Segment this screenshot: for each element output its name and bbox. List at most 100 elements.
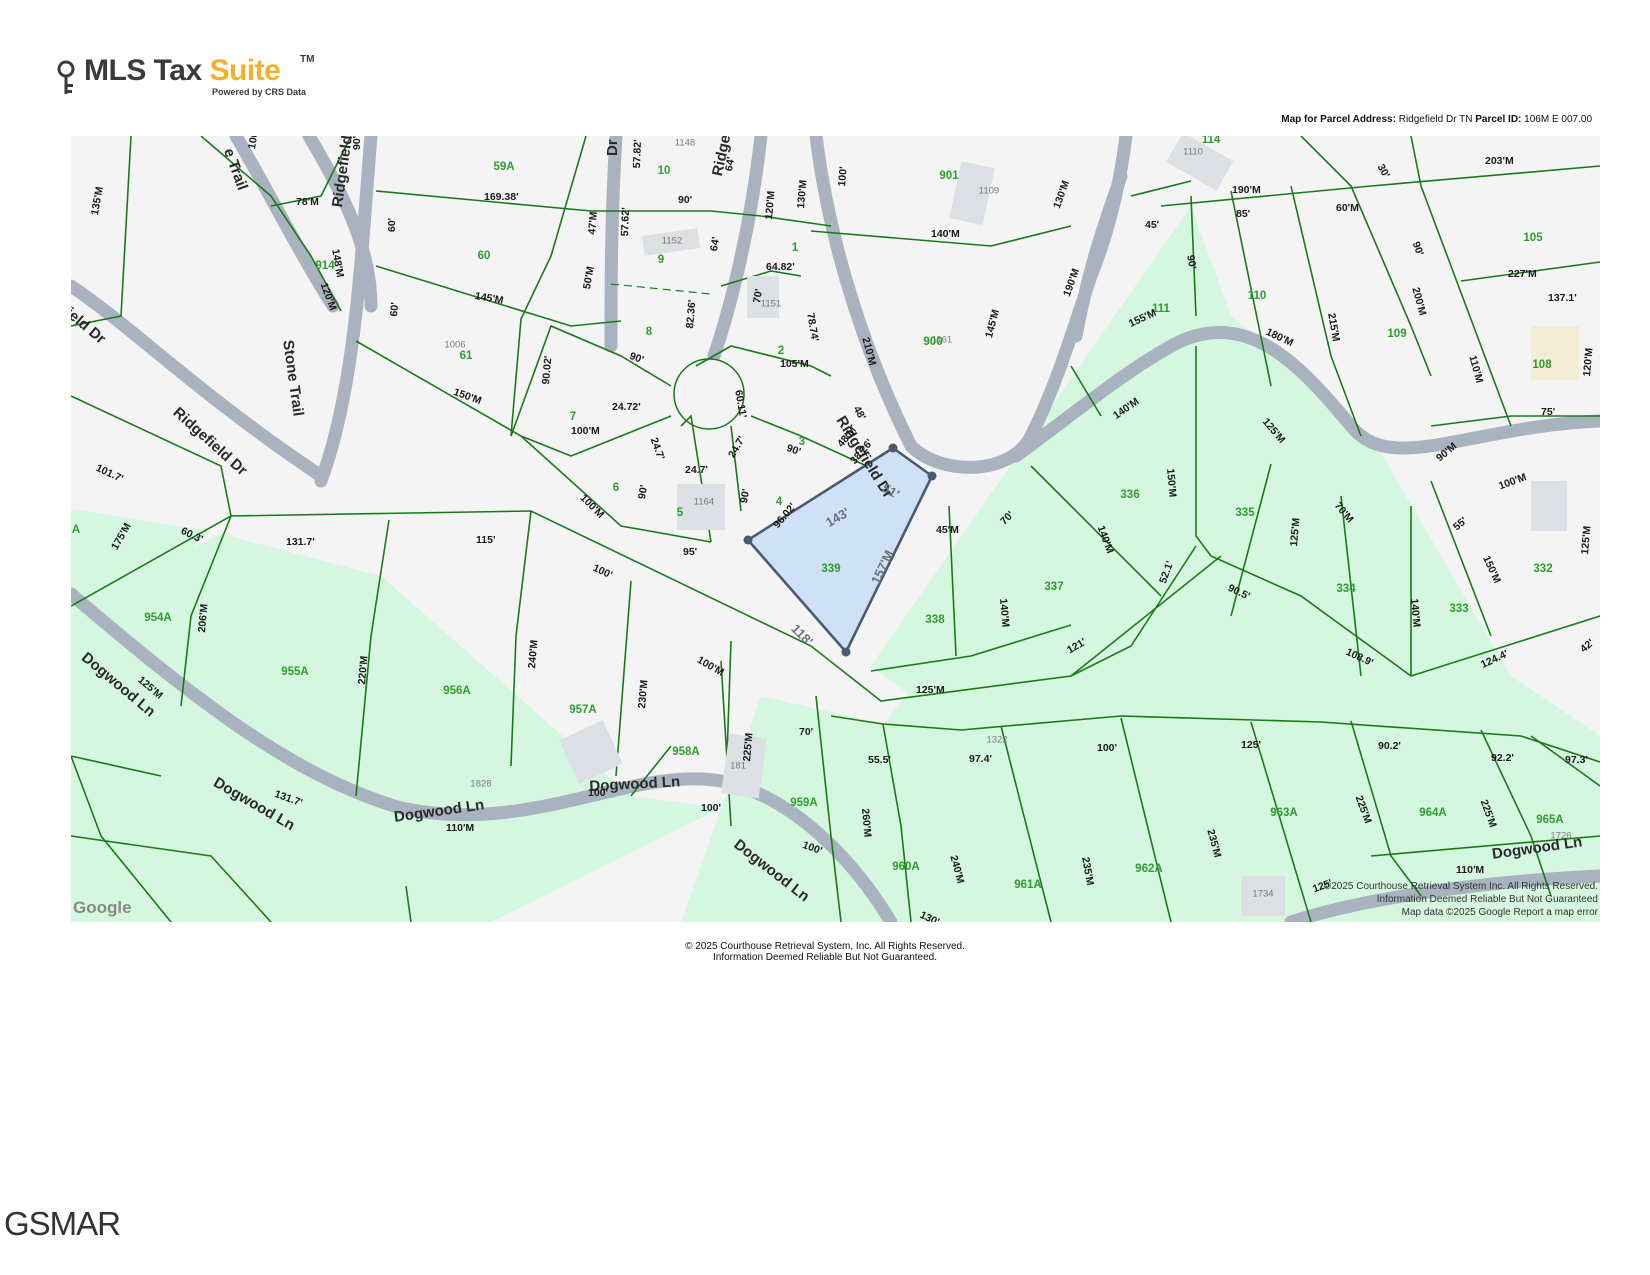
dimension-label: 230'M xyxy=(636,679,651,710)
lot-label: A xyxy=(71,524,81,536)
house-number: 1151 xyxy=(760,298,782,310)
dimension-label: 137.1' xyxy=(1548,292,1577,304)
dimension-label: 110'M xyxy=(446,822,475,834)
lot-label: 336 xyxy=(1120,489,1140,501)
google-logo: Google xyxy=(73,898,132,917)
dimension-label: 64' xyxy=(723,156,738,173)
map-copyright-line2: Information Deemed Reliable But Not Guar… xyxy=(1376,894,1598,905)
dimension-label: 90' xyxy=(738,488,753,505)
dimension-label: 130'M xyxy=(795,179,810,210)
lot-label: 333 xyxy=(1449,603,1469,615)
lot-label: 1 xyxy=(791,242,799,254)
dimension-label: 125'M xyxy=(1288,517,1303,548)
house-number: 1164 xyxy=(693,496,715,508)
lot-label: 960A xyxy=(892,861,920,873)
footer-line1: © 2025 Courthouse Retrieval System, Inc.… xyxy=(685,941,965,952)
dimension-label: 190'M xyxy=(1232,184,1261,196)
dimension-label: 227'M xyxy=(1508,268,1537,280)
logo-wordmark: MLS Tax Suite xyxy=(84,54,281,88)
road-east-loop xyxy=(1069,169,1128,343)
dimension-label: 45' xyxy=(1145,219,1160,231)
dimension-label: 125'M xyxy=(916,684,945,696)
key-icon xyxy=(57,60,75,94)
lot-label: 108 xyxy=(1532,359,1552,371)
page-footer: © 2025 Courthouse Retrieval System, Inc.… xyxy=(0,941,1650,963)
parcel-id-label: Parcel ID: xyxy=(1475,114,1522,125)
lot-label: 8 xyxy=(645,326,653,338)
road-ridgefield-cul-north-a xyxy=(604,136,623,353)
house-number: 1110 xyxy=(1183,146,1203,158)
dimension-label: 90.02' xyxy=(540,355,555,386)
dimension-label: 60' xyxy=(388,301,402,318)
house-number: 1828 xyxy=(470,778,492,790)
lot-label: 900 xyxy=(923,336,943,348)
dimension-label: 70' xyxy=(799,726,814,738)
dimension-label: 55.5' xyxy=(868,754,891,766)
dimension-label: 78'M xyxy=(296,196,319,208)
logo-brand: MLS Tax xyxy=(84,54,210,87)
dimension-label: 125'M xyxy=(1579,525,1594,556)
dimension-label: 140'M xyxy=(997,598,1012,628)
road-label: Dr xyxy=(604,139,621,156)
dimension-label: 47'M xyxy=(586,211,600,236)
dimension-label: 100'M xyxy=(571,425,600,437)
dimension-label: 90' xyxy=(678,194,693,206)
dimension-label: 115' xyxy=(476,534,496,546)
dimension-label: 24.72' xyxy=(612,401,641,413)
lot-label: 335 xyxy=(1235,507,1255,519)
dimension-label: 100' xyxy=(1097,742,1118,754)
dimension-label: 95' xyxy=(683,546,698,558)
lot-label: 6 xyxy=(612,482,620,494)
parcel-map[interactable]: Ridgefield DrRidgefield DrRidgefield DrR… xyxy=(71,136,1600,922)
lot-label: 958A xyxy=(672,746,700,758)
dimension-label: 85' xyxy=(1236,208,1251,220)
dimension-label: 90' xyxy=(1184,254,1199,271)
lot-label: 339 xyxy=(821,563,841,575)
dimension-label: 45'M xyxy=(936,524,959,536)
lot-label: 956A xyxy=(443,685,471,697)
dimension-label: 24.7' xyxy=(685,464,708,476)
lot-label: 963A xyxy=(1270,807,1298,819)
lot-label: 959A xyxy=(790,797,818,809)
dimension-label: 82.36' xyxy=(684,299,699,330)
house-number: 1152 xyxy=(661,235,683,247)
house-number: 1148 xyxy=(674,137,696,149)
house-number: 181 xyxy=(730,760,746,772)
mls-tax-suite-logo: MLS Tax Suite TM Powered by CRS Data xyxy=(56,52,316,100)
lot-label: 965A xyxy=(1536,814,1564,826)
dimension-label: 120'M xyxy=(763,190,778,221)
dimension-label: 140'M xyxy=(931,228,960,240)
lot-label: 338 xyxy=(925,614,945,626)
dimension-label: 125' xyxy=(1241,739,1262,751)
map-copyright-line1: ©2025 Courthouse Retrieval System Inc. A… xyxy=(1323,881,1598,892)
dimension-label: 203'M xyxy=(1485,155,1514,167)
dimension-label: 225'M xyxy=(741,732,756,763)
dimension-label: 105'M xyxy=(780,358,809,370)
dimension-label: 75' xyxy=(1541,406,1556,418)
lot-label: 957A xyxy=(569,704,597,716)
parcel-header: Map for Parcel Address: Ridgefield Dr TN… xyxy=(1281,114,1592,125)
dimension-label: 97.4' xyxy=(969,753,992,765)
lot-label: 961A xyxy=(1014,879,1042,891)
lot-label: 5 xyxy=(676,507,684,519)
dimension-label: 90' xyxy=(636,484,651,501)
lot-label: 60 xyxy=(477,250,491,262)
house-number: 1734 xyxy=(1252,888,1274,900)
lot-label: 332 xyxy=(1533,563,1553,575)
logo-brand-accent: Suite xyxy=(209,54,281,87)
lot-label: 334 xyxy=(1336,583,1356,595)
dimension-label: 64.82' xyxy=(766,261,795,273)
dimension-label: 110'M xyxy=(1456,864,1485,876)
map-copyright: ©2025 Courthouse Retrieval System Inc. A… xyxy=(1324,880,1598,919)
map-copyright-line3[interactable]: Map data ©2025 Google Report a map error xyxy=(1324,906,1598,919)
dimension-label: 120'M xyxy=(1581,347,1596,378)
lot-label: 61 xyxy=(459,350,473,362)
lot-label: 9 xyxy=(657,254,665,266)
dimension-label: 131.7' xyxy=(286,536,315,548)
address-value: Ridgefield Dr TN xyxy=(1398,114,1473,125)
dimension-label: 90' xyxy=(351,136,363,150)
lot-label: 109 xyxy=(1387,328,1407,340)
dashed-lot-line xyxy=(610,283,712,295)
lot-label: 337 xyxy=(1044,581,1064,593)
dimension-label: 220'M xyxy=(356,655,371,686)
